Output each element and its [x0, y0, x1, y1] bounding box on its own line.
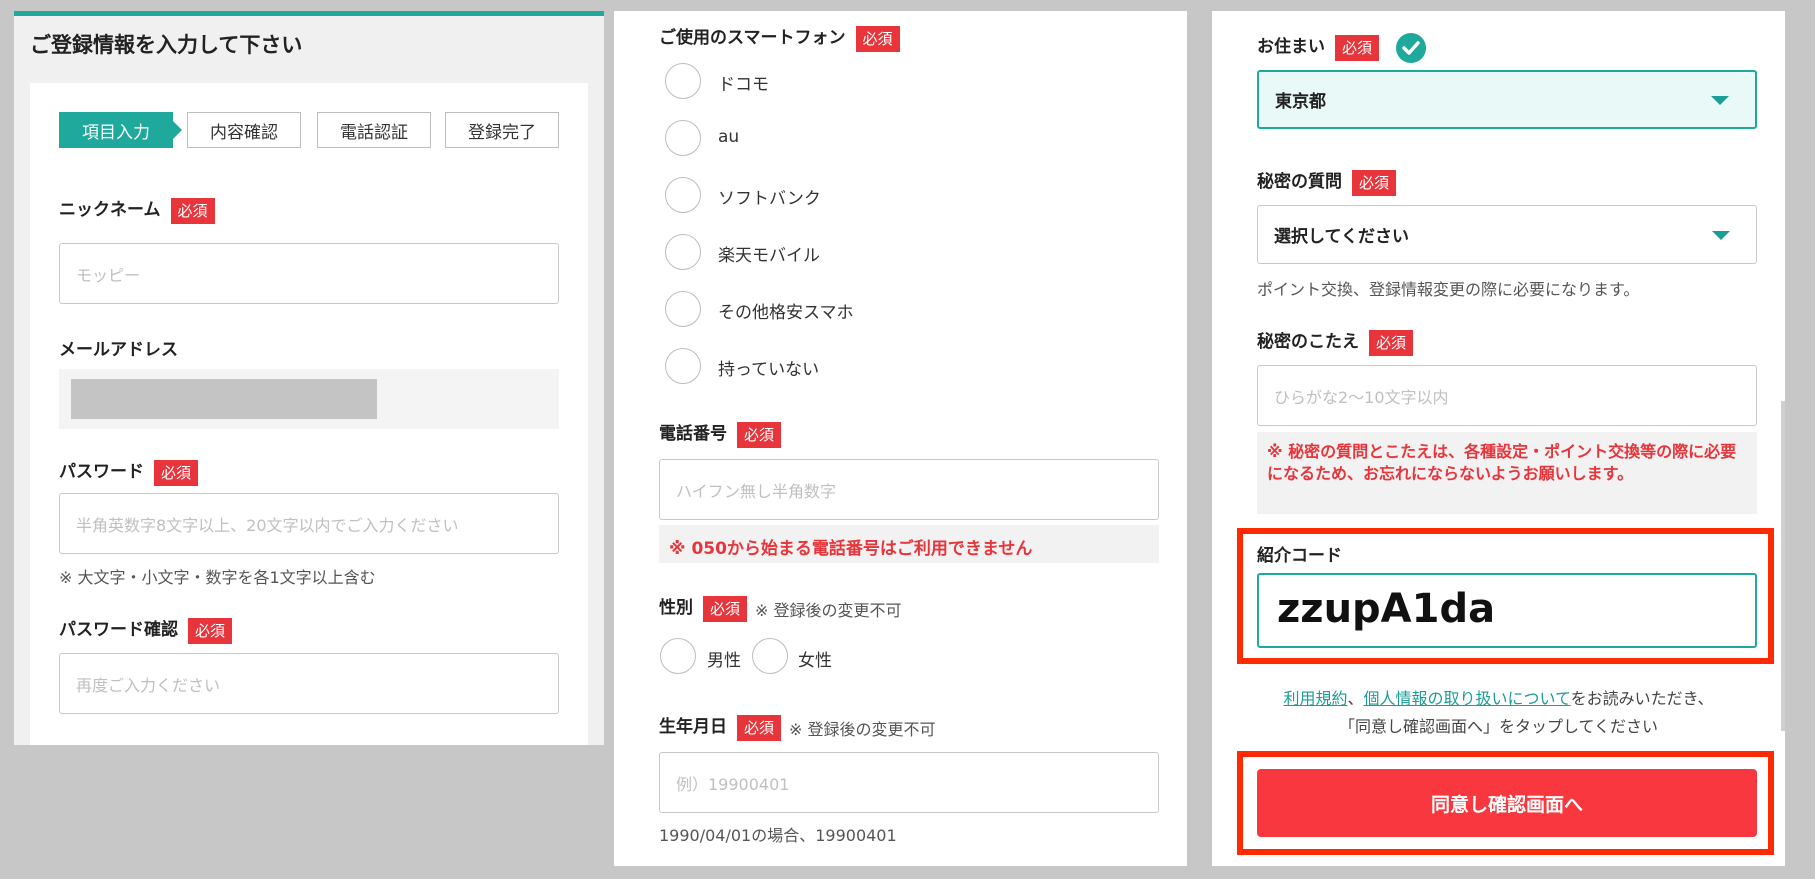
- panel-security-info: お住まい 必須 東京都 秘密の質問 必須 選択してください ポイント交換、登録情報変…: [1212, 11, 1785, 866]
- birthday-label-row: 生年月日 必須 ※ 登録後の変更不可: [659, 712, 936, 741]
- required-badge: 必須: [154, 459, 199, 486]
- gender-label-row: 性別 必須 ※ 登録後の変更不可: [659, 593, 902, 622]
- accent-top-bar: [14, 11, 604, 16]
- required-badge: 必須: [737, 421, 782, 448]
- residence-label-row: お住まい 必須: [1257, 32, 1427, 63]
- panel-device-info: ご使用のスマートフォン 必須 ドコモ au ソフトバンク 楽天モバイル その他格安…: [614, 11, 1187, 866]
- terms-of-use-link[interactable]: 利用規約: [1283, 689, 1347, 708]
- password-label-row: パスワード 必須: [59, 457, 199, 486]
- birthday-input[interactable]: 例）19900401: [659, 752, 1159, 813]
- gender-note: ※ 登録後の変更不可: [755, 600, 902, 620]
- radio-label-softbank: ソフトバンク: [718, 189, 821, 209]
- radio-label-male: 男性: [707, 651, 741, 671]
- terms-text-1: をお読みいただき、: [1570, 689, 1714, 708]
- phone-label-row: 電話番号 必須: [659, 419, 782, 448]
- secret-answer-label: 秘密のこたえ: [1257, 332, 1359, 352]
- smartphone-label-row: ご使用のスマートフォン 必須: [659, 23, 900, 52]
- radio-rakuten[interactable]: [665, 234, 701, 270]
- privacy-policy-link[interactable]: 個人情報の取り扱いについて: [1363, 689, 1570, 708]
- required-badge: 必須: [737, 714, 782, 741]
- step-confirm: 内容確認: [187, 112, 301, 148]
- step-complete: 登録完了: [445, 112, 559, 148]
- referral-highlight-box: [1237, 528, 1774, 664]
- radio-male[interactable]: [660, 638, 696, 674]
- smartphone-label: ご使用のスマートフォン: [659, 28, 846, 48]
- email-field: [59, 369, 559, 429]
- radio-label-rakuten: 楽天モバイル: [718, 246, 820, 266]
- secret-answer-label-row: 秘密のこたえ 必須: [1257, 327, 1414, 356]
- radio-label-none: 持っていない: [718, 360, 820, 380]
- radio-label-other-mvno: その他格安スマホ: [718, 303, 854, 323]
- terms-separator: 、: [1347, 689, 1364, 708]
- phone-label: 電話番号: [659, 424, 727, 444]
- password-input[interactable]: 半角英数字8文字以上、20文字以内でご入力ください: [59, 493, 559, 554]
- residence-value: 東京都: [1275, 92, 1326, 112]
- required-badge: 必須: [188, 617, 233, 644]
- radio-none[interactable]: [665, 348, 701, 384]
- gender-label: 性別: [659, 598, 693, 618]
- password-label: パスワード: [59, 462, 144, 482]
- scrollbar[interactable]: [1781, 401, 1785, 731]
- required-badge: 必須: [1352, 169, 1397, 196]
- panel-basic-info: ご登録情報を入力して下さい 項目入力 内容確認 電話認証 登録完了 ニックネーム…: [14, 11, 604, 745]
- nickname-input[interactable]: モッピー: [59, 243, 559, 304]
- secret-answer-warning-text: ※ 秘密の質問とこたえは、各種設定・ポイント交換等の際に必要になるため、お忘れに…: [1267, 442, 1737, 483]
- phone-warning: ※ 050から始まる電話番号はご利用できません: [659, 525, 1159, 563]
- email-label: メールアドレス: [59, 340, 178, 360]
- chevron-down-icon: [1711, 95, 1729, 105]
- secret-answer-warning: ※ 秘密の質問とこたえは、各種設定・ポイント交換等の際に必要になるため、お忘れに…: [1257, 432, 1757, 514]
- secret-question-note: ポイント交換、登録情報変更の際に必要になります。: [1257, 280, 1640, 299]
- step-phone-auth: 電話認証: [317, 112, 431, 148]
- check-circle-icon: [1396, 32, 1427, 63]
- email-redacted: [71, 379, 377, 419]
- secret-answer-input[interactable]: ひらがな2〜10文字以内: [1257, 365, 1757, 426]
- radio-docomo[interactable]: [665, 63, 701, 99]
- residence-select[interactable]: 東京都: [1257, 70, 1757, 129]
- step-indicator: 項目入力 内容確認 電話認証 登録完了: [59, 112, 559, 148]
- terms-line-1: 利用規約、個人情報の取り扱いについてをお読みいただき、: [1212, 685, 1785, 713]
- step-input: 項目入力: [59, 112, 173, 148]
- secret-question-value: 選択してください: [1274, 227, 1409, 247]
- radio-label-docomo: ドコモ: [718, 75, 769, 95]
- radio-softbank[interactable]: [665, 177, 701, 213]
- radio-au[interactable]: [665, 120, 701, 156]
- phone-warning-text: ※ 050から始まる電話番号はご利用できません: [669, 539, 1033, 559]
- chevron-down-icon: [1712, 230, 1730, 240]
- residence-label: お住まい: [1257, 37, 1325, 57]
- step-arrow: [173, 121, 182, 139]
- required-badge: 必須: [170, 197, 215, 224]
- required-badge: 必須: [1369, 329, 1414, 356]
- secret-question-label-row: 秘密の質問 必須: [1257, 167, 1397, 196]
- birthday-hint: 1990/04/01の場合、19900401: [659, 826, 897, 845]
- required-badge: 必須: [1335, 34, 1380, 61]
- password-note: ※ 大文字・小文字・数字を各1文字以上含む: [59, 568, 376, 587]
- page-title: ご登録情報を入力して下さい: [30, 33, 303, 57]
- birthday-label: 生年月日: [659, 717, 727, 737]
- password-confirm-label: パスワード確認: [59, 620, 178, 640]
- radio-label-female: 女性: [798, 651, 832, 671]
- radio-other-mvno[interactable]: [665, 291, 701, 327]
- secret-question-select[interactable]: 選択してください: [1257, 205, 1757, 264]
- password-confirm-label-row: パスワード確認 必須: [59, 615, 233, 644]
- nickname-label: ニックネーム: [59, 200, 161, 220]
- submit-highlight-box: [1237, 751, 1774, 855]
- password-confirm-input[interactable]: 再度ご入力ください: [59, 653, 559, 714]
- form-card: 項目入力 内容確認 電話認証 登録完了 ニックネーム 必須 モッピー メールアドレ…: [30, 83, 588, 745]
- terms-text: 利用規約、個人情報の取り扱いについてをお読みいただき、 「同意し確認画面へ」をタ…: [1212, 685, 1785, 741]
- birthday-note: ※ 登録後の変更不可: [789, 719, 936, 739]
- phone-input[interactable]: ハイフン無し半角数字: [659, 459, 1159, 520]
- secret-question-label: 秘密の質問: [1257, 172, 1342, 192]
- required-badge: 必須: [855, 25, 900, 52]
- radio-female[interactable]: [752, 638, 788, 674]
- radio-label-au: au: [718, 127, 740, 147]
- terms-text-2: 「同意し確認画面へ」をタップしてください: [1338, 717, 1659, 736]
- required-badge: 必須: [703, 595, 748, 622]
- nickname-label-row: ニックネーム 必須: [59, 195, 215, 224]
